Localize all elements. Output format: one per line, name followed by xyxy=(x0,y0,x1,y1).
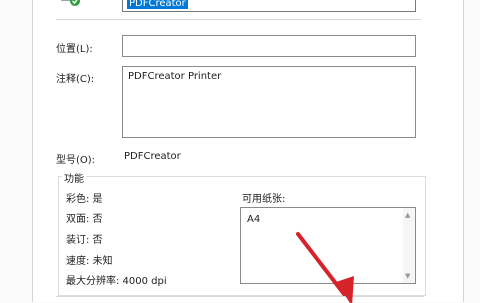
paper-label: 可用纸张: xyxy=(242,194,286,205)
scroll-up-arrow-icon[interactable]: ▲ xyxy=(405,211,410,219)
location-input[interactable] xyxy=(122,35,416,57)
printer-check-icon xyxy=(61,0,80,6)
comment-textarea[interactable]: PDFCreator Printer xyxy=(122,66,416,138)
separator xyxy=(56,19,421,20)
comment-text: PDFCreator Printer xyxy=(128,71,222,82)
comment-label: 注释(C): xyxy=(56,74,95,85)
scroll-down-arrow-icon[interactable]: ▼ xyxy=(405,272,410,280)
features-legend: 功能 xyxy=(62,170,86,185)
printer-name-selection: PDFCreator xyxy=(127,0,188,9)
feature-max-resolution: 最大分辨率: 4000 dpi xyxy=(66,276,167,287)
printer-name-input[interactable]: PDFCreator xyxy=(122,0,416,12)
feature-color: 彩色: 是 xyxy=(66,194,103,205)
bottom-separator xyxy=(56,296,424,297)
feature-staple: 装订: 否 xyxy=(66,235,103,246)
model-label: 型号(O): xyxy=(56,155,96,166)
paper-item[interactable]: A4 xyxy=(247,214,260,225)
feature-speed: 速度: 未知 xyxy=(66,256,113,267)
feature-duplex: 双面: 否 xyxy=(66,214,103,225)
location-label: 位置(L): xyxy=(56,44,93,55)
red-annotation-arrow xyxy=(296,232,354,303)
paper-scrollbar[interactable]: ▲ ▼ xyxy=(403,208,415,283)
model-value: PDFCreator xyxy=(124,151,181,162)
